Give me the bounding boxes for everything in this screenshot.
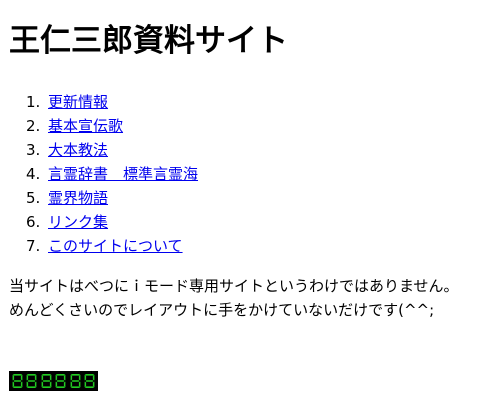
intro-line-1: 当サイトはべつにｉモード専用サイトというわけではありません。 [9,277,459,295]
list-number: 3. [26,141,41,159]
link-reikai-monogatari[interactable]: 霊界物語 [48,188,108,208]
link-links[interactable]: リンク集 [48,212,108,232]
counter-digit [25,373,38,389]
link-about[interactable]: このサイトについて [48,236,183,256]
counter-digit [83,373,96,389]
intro-text: 当サイトはべつにｉモード専用サイトというわけではありません。 めんどくさいのでレ… [9,274,459,322]
list-number: 5. [26,189,41,207]
intro-line-2: めんどくさいのでレイアウトに手をかけていないだけです(^^; [9,301,435,319]
list-number: 2. [26,117,41,135]
counter-digit [40,373,53,389]
link-oomoto-teachings[interactable]: 大本教法 [48,140,108,160]
access-counter [9,371,98,391]
list-number: 6. [26,213,41,231]
counter-digit [69,373,82,389]
link-updates[interactable]: 更新情報 [48,92,108,112]
counter-digit [54,373,67,389]
list-number: 1. [26,93,41,111]
link-basic-hymn[interactable]: 基本宣伝歌 [48,116,123,136]
page-title: 王仁三郎資料サイト [9,23,288,59]
counter-digit [11,373,24,389]
list-number: 4. [26,165,41,183]
list-number: 7. [26,237,41,255]
link-kotodama-dictionary[interactable]: 言霊辞書 標準言霊海 [48,164,198,184]
